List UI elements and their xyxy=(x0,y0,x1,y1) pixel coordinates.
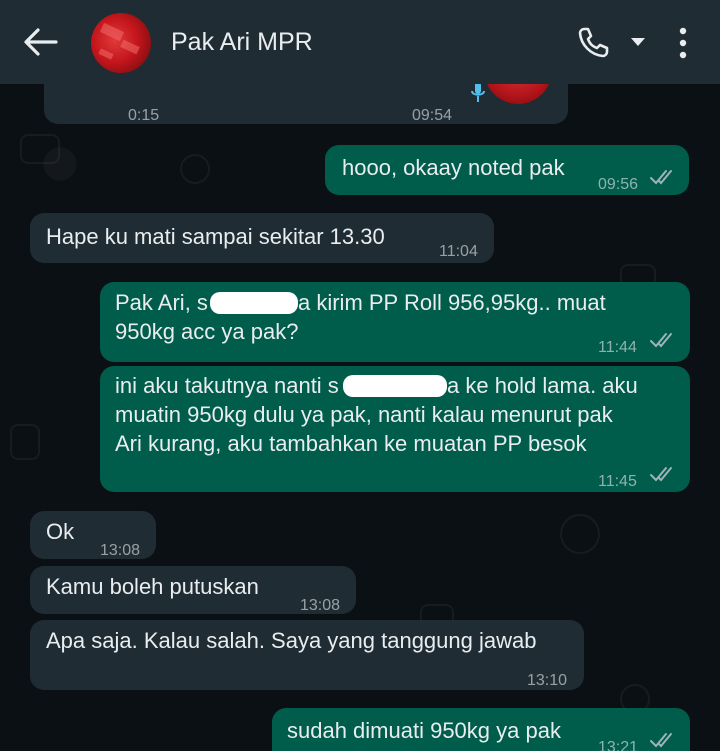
message-time: 13:08 xyxy=(100,542,141,559)
voice-message-bubble[interactable]: 0:15 09:54 xyxy=(44,84,568,124)
outgoing-message[interactable]: Pak Ari, s a kirim PP Roll 956,95kg.. mu… xyxy=(100,282,690,362)
chat-header: Pak Ari MPR xyxy=(0,0,720,84)
message-text: sudah dimuati 950kg ya pak xyxy=(287,718,561,743)
voice-sender-avatar xyxy=(484,84,552,104)
message-time: 13:21 xyxy=(598,739,639,751)
voice-duration: 0:15 xyxy=(128,107,160,124)
redaction-mark xyxy=(343,375,447,397)
message-text-line: muatin 950kg dulu ya pak, nanti kalau me… xyxy=(115,402,613,427)
message-time: 09:54 xyxy=(412,107,453,124)
message-time: 11:45 xyxy=(598,473,637,490)
redaction-mark xyxy=(210,292,298,314)
wallpaper-doodle xyxy=(180,154,210,184)
microphone-icon xyxy=(471,84,485,102)
message-text: Apa saja. Kalau salah. Saya yang tanggun… xyxy=(46,628,537,653)
outgoing-message[interactable]: ini aku takutnya nanti s a ke hold lama.… xyxy=(100,366,690,492)
message-time: 13:10 xyxy=(527,672,568,689)
phone-icon[interactable] xyxy=(577,25,611,59)
read-ticks-icon xyxy=(650,170,672,185)
dropdown-triangle-icon[interactable] xyxy=(630,36,646,48)
message-text: hooo, okaay noted pak xyxy=(342,155,565,180)
message-time: 09:56 xyxy=(598,176,639,193)
message-text-line: a ke hold lama. aku xyxy=(447,373,638,398)
incoming-message[interactable]: Ok 13:08 xyxy=(30,511,156,559)
message-time: 13:08 xyxy=(300,597,341,614)
chat-area[interactable]: 0:15 09:54 hooo, okaay noted pak 09:56 H… xyxy=(0,84,720,751)
contact-avatar[interactable] xyxy=(91,13,151,73)
read-ticks-icon xyxy=(650,733,672,748)
message-text: Ok xyxy=(46,519,75,544)
overflow-menu-icon[interactable] xyxy=(676,26,690,60)
outgoing-message[interactable]: sudah dimuati 950kg ya pak 13:21 xyxy=(272,708,690,751)
message-time: 11:44 xyxy=(598,339,637,356)
message-text: Kamu boleh putuskan xyxy=(46,574,259,599)
wallpaper-doodle xyxy=(560,514,600,554)
message-text: Hape ku mati sampai sekitar 13.30 xyxy=(46,224,385,249)
back-arrow-icon[interactable] xyxy=(22,26,58,58)
message-text-line: 950kg acc ya pak? xyxy=(115,319,299,344)
wallpaper-doodle xyxy=(10,424,40,460)
outgoing-message[interactable]: hooo, okaay noted pak 09:56 xyxy=(325,145,689,195)
message-text-line: a kirim PP Roll 956,95kg.. muat xyxy=(298,290,606,315)
message-text-line: Ari kurang, aku tambahkan ke muatan PP b… xyxy=(115,431,587,456)
read-ticks-icon xyxy=(650,333,672,348)
read-ticks-icon xyxy=(650,467,672,482)
incoming-message[interactable]: Kamu boleh putuskan 13:08 xyxy=(30,566,356,614)
message-text-line: ini aku takutnya nanti s xyxy=(115,373,339,398)
wallpaper-doodle xyxy=(20,134,60,164)
message-text-line: Pak Ari, s xyxy=(115,290,208,315)
incoming-message[interactable]: Hape ku mati sampai sekitar 13.30 11:04 xyxy=(30,213,494,263)
message-time: 11:04 xyxy=(439,243,478,260)
incoming-message[interactable]: Apa saja. Kalau salah. Saya yang tanggun… xyxy=(30,620,584,690)
contact-name[interactable]: Pak Ari MPR xyxy=(171,28,313,57)
